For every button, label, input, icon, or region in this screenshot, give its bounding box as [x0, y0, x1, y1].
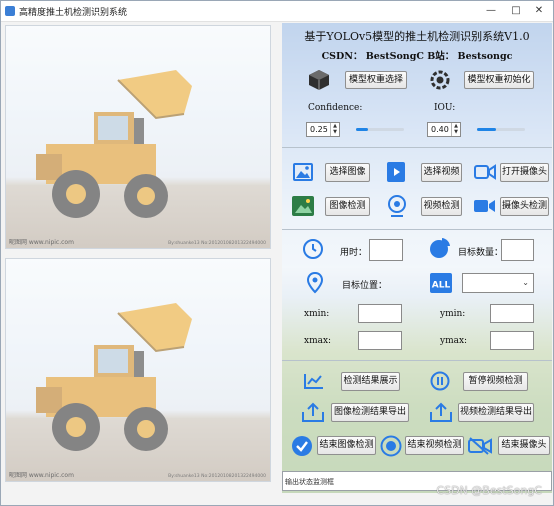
- minimize-button[interactable]: —: [481, 3, 501, 19]
- open-camera-button[interactable]: 打开摄像头: [500, 163, 549, 182]
- show-results-button[interactable]: 检测结果展示: [341, 372, 400, 391]
- author-info: CSDN： BestSongC B站： Bestsongc: [321, 51, 513, 62]
- confidence-value: 0.25: [310, 125, 328, 134]
- confidence-label: Confidence:: [308, 103, 363, 113]
- timer-icon: [303, 239, 323, 259]
- upload-icon: [430, 402, 452, 422]
- watermark-right: By:shuanke13 No:20120108201322494000: [168, 474, 266, 479]
- webcam-icon: [388, 195, 406, 217]
- xmax-output: [358, 331, 402, 350]
- title-bar: 高精度推土机检测识别系统 — □ ✕: [1, 1, 553, 22]
- end-image-detect-button[interactable]: 结束图像检测: [317, 436, 376, 455]
- result-image-view: 昵图网 www.nipic.com By:shuanke13 No:201201…: [5, 258, 271, 482]
- status-placeholder: 输出状态监测框: [285, 478, 334, 486]
- model-weight-init-button[interactable]: 模型权重初始化: [464, 71, 534, 89]
- close-button[interactable]: ✕: [529, 3, 549, 19]
- ymax-label: ymax:: [440, 336, 468, 346]
- original-image-view: 昵图网 www.nipic.com By:shuanke13 No:201201…: [5, 25, 271, 249]
- watermark-left: 昵图网 www.nipic.com: [9, 472, 74, 479]
- cube-icon: [309, 70, 329, 90]
- select-image-button[interactable]: 选择图像: [325, 163, 370, 182]
- video-detect-button[interactable]: 视频检测: [421, 197, 462, 216]
- watermark-right: By:shuanke13 No:20120108201322494000: [168, 241, 266, 246]
- xmin-output: [358, 304, 402, 323]
- svg-text:ALL: ALL: [432, 281, 451, 291]
- target-count-output: [501, 239, 534, 261]
- divider: [282, 229, 552, 230]
- model-weight-select-button[interactable]: 模型权重选择: [345, 71, 407, 89]
- target-position-label: 目标位置：: [342, 281, 388, 291]
- iou-value: 0.40: [431, 125, 449, 134]
- pause-icon: [430, 371, 450, 391]
- window-title: 高精度推土机检测识别系统: [19, 8, 128, 18]
- image-detect-button[interactable]: 图像检测: [325, 197, 370, 216]
- pause-video-button[interactable]: 暂停视频检测: [463, 372, 528, 391]
- iou-spinbox[interactable]: 0.40 ▲ ▼: [427, 122, 461, 137]
- export-video-results-button[interactable]: 视频检测结果导出: [458, 403, 534, 422]
- spin-arrows-icon[interactable]: ▲ ▼: [451, 123, 460, 136]
- end-video-detect-button[interactable]: 结束视频检测: [405, 436, 464, 455]
- main-window: 高精度推土机检测识别系统 — □ ✕ 昵图网 www.nipic.com By:…: [0, 0, 554, 506]
- confidence-slider[interactable]: [356, 123, 404, 135]
- image-detect-icon: [292, 196, 314, 216]
- divider: [282, 360, 552, 361]
- xmax-label: xmax:: [304, 336, 332, 346]
- camera-icon: [474, 164, 496, 180]
- location-pin-icon: [306, 272, 324, 294]
- spin-arrows-icon[interactable]: ▲ ▼: [330, 123, 339, 136]
- video-camera-icon: [474, 200, 495, 212]
- divider: [282, 147, 552, 148]
- image-icon: [293, 163, 313, 181]
- csdn-watermark: CSDN @BestSongC: [436, 484, 542, 497]
- confidence-spinbox[interactable]: 0.25 ▲ ▼: [306, 122, 340, 137]
- pie-chart-icon: [430, 238, 450, 258]
- watermark-left: 昵图网 www.nipic.com: [9, 239, 74, 246]
- gear-icon: [430, 70, 450, 90]
- check-circle-icon: [292, 436, 312, 456]
- end-camera-button[interactable]: 结束摄像头: [498, 436, 550, 455]
- ymin-label: ymin:: [440, 309, 466, 319]
- app-icon: [5, 6, 15, 16]
- time-output: [369, 239, 403, 261]
- export-image-results-button[interactable]: 图像检测结果导出: [331, 403, 409, 422]
- target-select-dropdown[interactable]: ⌄: [462, 273, 534, 293]
- camera-off-icon: [468, 437, 492, 455]
- select-video-button[interactable]: 选择视频: [421, 163, 462, 182]
- ymin-output: [490, 304, 534, 323]
- upload-icon: [302, 402, 324, 422]
- xmin-label: xmin:: [304, 309, 330, 319]
- all-icon: ALL: [430, 273, 452, 293]
- control-panel: 基于YOLOv5模型的推土机检测识别系统V1.0 CSDN： BestSongC…: [282, 23, 552, 493]
- stop-icon: [380, 435, 402, 457]
- line-chart-icon: [304, 374, 323, 389]
- time-label: 用时：: [340, 248, 368, 258]
- chevron-down-icon: ⌄: [522, 278, 529, 287]
- iou-label: IOU:: [434, 103, 456, 113]
- app-heading: 基于YOLOv5模型的推土机检测识别系统V1.0: [304, 30, 530, 43]
- camera-detect-button[interactable]: 摄像头检测: [500, 197, 549, 216]
- target-count-label: 目标数量：: [458, 248, 504, 258]
- video-file-icon: [387, 162, 405, 182]
- iou-slider[interactable]: [477, 123, 525, 135]
- ymax-output: [490, 331, 534, 350]
- maximize-button[interactable]: □: [506, 3, 526, 19]
